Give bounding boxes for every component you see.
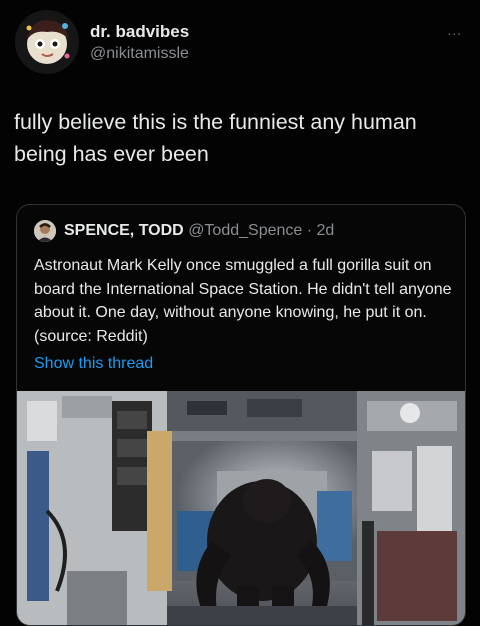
show-thread-link[interactable]: Show this thread bbox=[34, 355, 153, 373]
quoted-tweet-text: Astronaut Mark Kelly once smuggled a ful… bbox=[34, 257, 452, 345]
quoted-tweet-card[interactable]: SPENCE, TODD @Todd_Spence · 2d Astronaut… bbox=[16, 204, 466, 626]
quoted-author-name[interactable]: SPENCE, TODD bbox=[64, 222, 184, 239]
meta-separator: · bbox=[306, 222, 313, 239]
tweet-text: fully believe this is the funniest any h… bbox=[14, 110, 417, 166]
profile-avatar-icon[interactable] bbox=[34, 220, 56, 242]
tweet: dr. badvibes @nikitamissle ... fully bel… bbox=[0, 0, 480, 626]
quoted-tweet-header: SPENCE, TODD @Todd_Spence · 2d bbox=[64, 222, 334, 240]
quoted-author-handle[interactable]: @Todd_Spence bbox=[188, 222, 302, 239]
author-handle[interactable]: @nikitamissle bbox=[90, 45, 189, 63]
more-options-icon[interactable]: ... bbox=[447, 22, 462, 38]
cartoon-avatar-icon[interactable] bbox=[15, 10, 79, 74]
space-station-video-still[interactable] bbox=[17, 391, 465, 625]
quoted-tweet-age[interactable]: 2d bbox=[317, 222, 335, 239]
author-display-name[interactable]: dr. badvibes bbox=[90, 22, 189, 42]
